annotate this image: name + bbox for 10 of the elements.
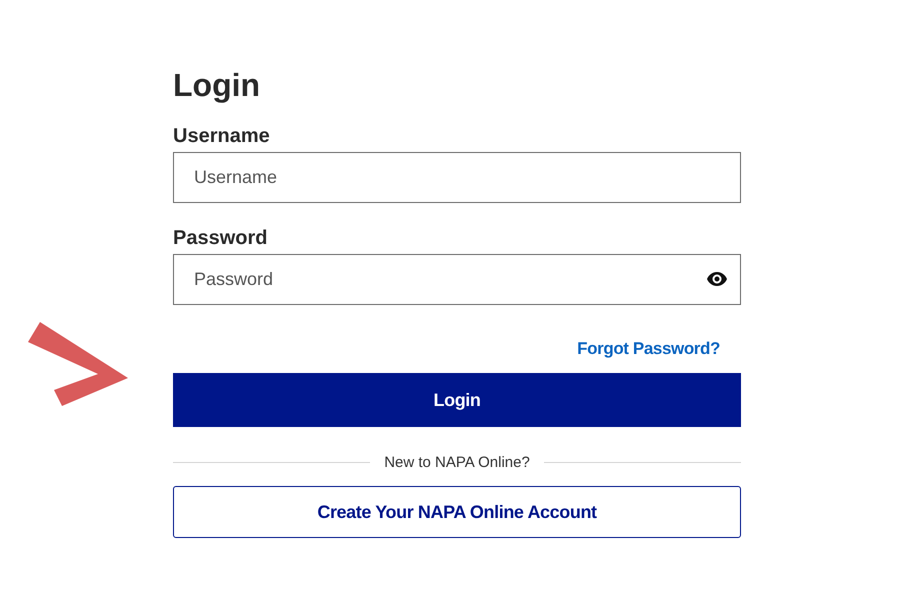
page-title: Login — [173, 66, 262, 104]
field-label: Username — [173, 124, 271, 148]
divider-text: New to NAPA Online? — [384, 454, 530, 471]
input-field[interactable]: Password — [173, 254, 741, 305]
input-field[interactable]: Username — [173, 152, 741, 203]
create-account-button[interactable]: Create Your NAPA Online Account — [173, 486, 741, 538]
forgot-password-link[interactable]: Forgot Password? — [577, 339, 720, 359]
eye-icon[interactable] — [707, 272, 727, 286]
login-button[interactable]: Login — [173, 373, 741, 427]
field-label: Password — [173, 226, 268, 250]
